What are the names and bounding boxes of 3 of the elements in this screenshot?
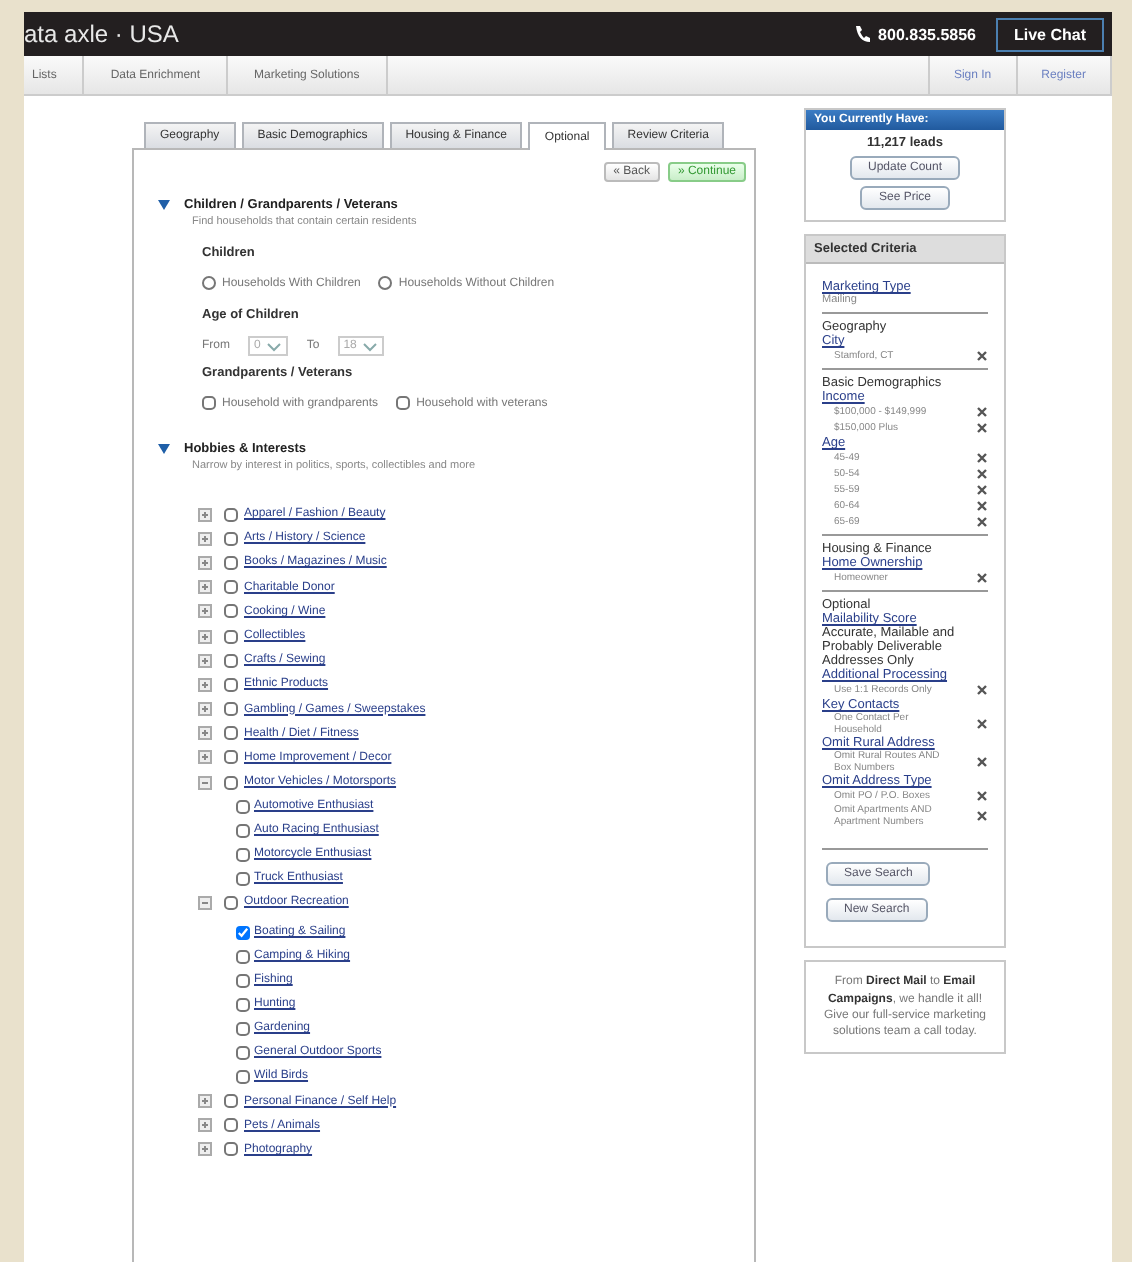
site-logo[interactable]: ata axle · USA [24,20,853,48]
live-chat-button[interactable]: Live Chat [995,17,1104,51]
phone-number: 800.835.5856 [878,25,976,43]
